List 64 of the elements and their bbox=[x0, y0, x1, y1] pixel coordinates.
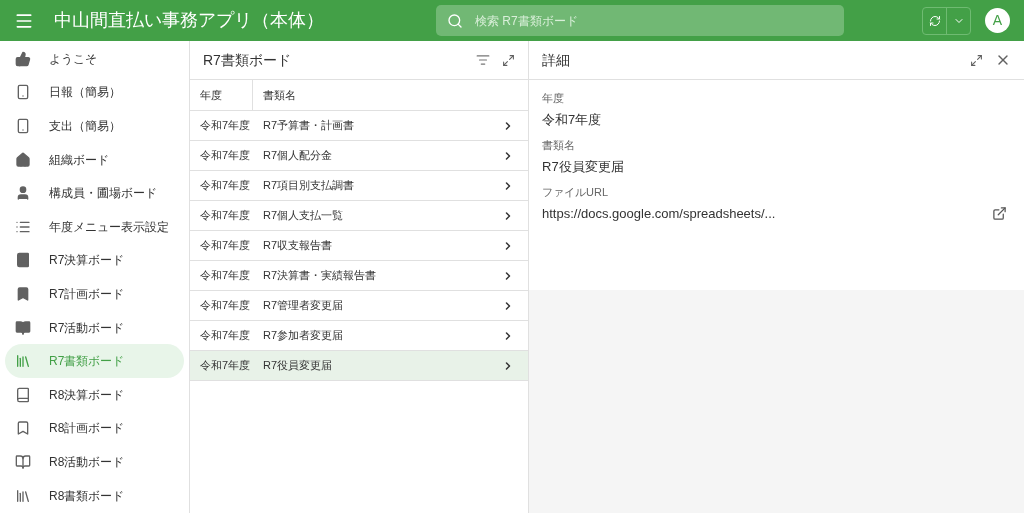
table-cell-text: 令和7年度 bbox=[199, 298, 252, 314]
column-header: 書類名 bbox=[262, 87, 296, 103]
table-row[interactable]: 令和7年度 R7役員変更届 bbox=[190, 351, 528, 381]
table-cell-text: R7決算書・実績報告書 bbox=[262, 268, 377, 284]
expand-icon[interactable] bbox=[502, 53, 515, 67]
table-cell-text: 令和7年度 bbox=[199, 208, 252, 224]
table-cell-text: R7個人支払一覧 bbox=[262, 208, 344, 224]
sync-icon bbox=[928, 14, 941, 27]
book-icon bbox=[15, 386, 31, 403]
sidebar-item[interactable]: 構成員・圃場ボード bbox=[5, 176, 184, 210]
sidebar-item[interactable]: R8書類ボード bbox=[5, 478, 184, 513]
books-icon bbox=[15, 487, 31, 504]
table-cell-text: 令和7年度 bbox=[199, 178, 252, 194]
table-cell-text: R7予算書・計画書 bbox=[262, 118, 355, 134]
table-cell-text: 令和7年度 bbox=[199, 238, 252, 254]
table-cell-text: R7項目別支払調書 bbox=[262, 178, 355, 194]
table-cell-text: 令和7年度 bbox=[199, 358, 252, 374]
field-label: 年度 bbox=[542, 91, 565, 106]
person-icon bbox=[15, 185, 31, 202]
field-value: R7役員変更届 bbox=[542, 157, 624, 176]
book-icon bbox=[15, 252, 31, 269]
sidebar-item[interactable]: R7決算ボード bbox=[5, 243, 184, 278]
sidebar-item[interactable]: R8活動ボード bbox=[5, 445, 184, 479]
bookmark-icon bbox=[15, 285, 31, 302]
table-cell-text: 令和7年度 bbox=[199, 118, 252, 134]
phone-icon bbox=[15, 84, 31, 101]
sidebar-item[interactable]: 日報（簡易） bbox=[5, 75, 184, 110]
table-cell-text: R7管理者変更届 bbox=[262, 298, 344, 314]
house-icon bbox=[15, 151, 31, 168]
table-cell-text: 令和7年度 bbox=[199, 148, 252, 164]
table-cell-text: R7収支報告書 bbox=[262, 238, 333, 254]
sidebar-item[interactable]: ようこそ bbox=[5, 42, 184, 76]
table-cell-text: R7役員変更届 bbox=[262, 358, 333, 374]
sidebar-item[interactable]: R8計画ボード bbox=[5, 411, 184, 446]
field-value: 令和7年度 bbox=[542, 110, 602, 129]
open-book-icon bbox=[15, 453, 31, 470]
bookmark-icon bbox=[15, 420, 31, 437]
search-field[interactable]: 検索 R7書類ボード bbox=[475, 11, 833, 30]
field-label: 書類名 bbox=[542, 138, 576, 153]
field-label: ファイルURL bbox=[542, 185, 609, 200]
table-cell-text: 令和7年度 bbox=[199, 268, 252, 284]
filter-icon[interactable] bbox=[476, 53, 490, 67]
search-icon bbox=[447, 12, 463, 29]
sidebar-item[interactable]: R7活動ボード bbox=[5, 310, 184, 345]
table-cell-text: R7参加者変更届 bbox=[262, 328, 344, 344]
table-cell-text: 令和7年度 bbox=[199, 328, 252, 344]
column-header: 年度 bbox=[190, 80, 253, 110]
open-book-icon bbox=[15, 319, 31, 336]
url-text: https://docs.google.com/spreadsheets/... bbox=[542, 204, 776, 223]
search-bar[interactable]: 検索 R7書類ボード bbox=[436, 5, 844, 36]
sidebar-item[interactable]: R8決算ボード bbox=[5, 377, 184, 412]
panel-title: 詳細 bbox=[542, 50, 570, 70]
panel-title: R7書類ボード bbox=[203, 50, 291, 70]
phone-icon bbox=[15, 118, 31, 134]
sidebar-item[interactable]: 支出（簡易） bbox=[5, 109, 184, 143]
sidebar-item[interactable]: 年度メニュー表示設定 bbox=[5, 209, 184, 244]
expand-icon[interactable] bbox=[970, 53, 983, 67]
table-cell-text: R7個人配分金 bbox=[262, 148, 333, 164]
app-title: 中山間直払い事務アプリ（本体） bbox=[54, 9, 324, 32]
sidebar-item[interactable]: R7計画ボード bbox=[5, 277, 184, 311]
thumbs-up-icon bbox=[15, 50, 31, 67]
books-icon bbox=[15, 353, 31, 370]
external-link-icon[interactable] bbox=[992, 205, 1007, 221]
sidebar-item[interactable]: 組織ボード bbox=[5, 142, 184, 177]
